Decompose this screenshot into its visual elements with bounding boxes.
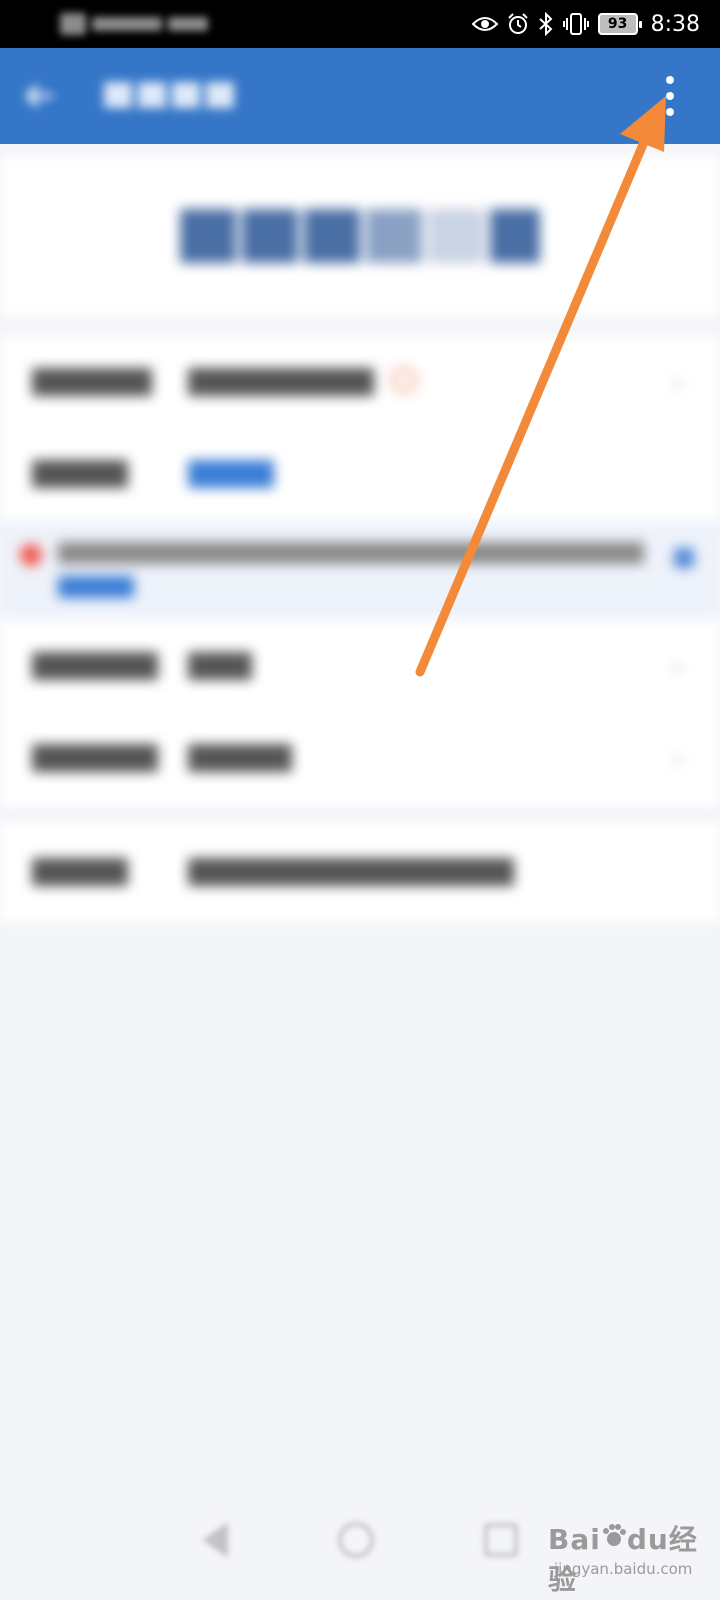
group-id-row xyxy=(0,826,720,918)
nav-back-icon[interactable] xyxy=(202,1522,228,1558)
status-icons: 93 8:38 xyxy=(471,11,700,37)
status-bar: 93 8:38 xyxy=(0,0,720,48)
screen: 93 8:38 › › › Bai du经验 jingyan.baidu.com xyxy=(0,0,720,1600)
info-card-1: › xyxy=(0,336,720,520)
baidu-watermark: Bai du经验 jingyan.baidu.com xyxy=(548,1512,708,1596)
group-type-row[interactable]: › xyxy=(0,620,720,712)
clock: 8:38 xyxy=(650,11,700,37)
watermark-logo: Bai du经验 xyxy=(548,1523,698,1596)
more-options-button[interactable] xyxy=(650,68,690,124)
info-card-2: › › xyxy=(0,620,720,806)
chevron-right-icon: › xyxy=(672,741,684,775)
watermark-url: jingyan.baidu.com xyxy=(554,1560,693,1578)
arrow-left-icon xyxy=(25,84,53,108)
info-card-3 xyxy=(0,822,720,922)
more-vertical-icon xyxy=(666,76,674,84)
page-content: › › › xyxy=(0,144,720,1600)
bluetooth-icon xyxy=(538,12,554,36)
info-icon xyxy=(674,548,694,568)
page-title xyxy=(104,78,234,114)
battery-icon: 93 xyxy=(597,13,642,35)
alarm-icon xyxy=(507,13,529,35)
paw-icon xyxy=(602,1524,626,1546)
nav-recent-icon[interactable] xyxy=(484,1523,518,1557)
group-name-row[interactable]: › xyxy=(0,336,720,428)
chevron-right-icon: › xyxy=(672,365,684,399)
creator-row xyxy=(0,428,720,520)
member-limit-row[interactable]: › xyxy=(0,712,720,804)
carrier-info xyxy=(60,13,208,35)
nav-home-icon[interactable] xyxy=(338,1522,374,1558)
group-name xyxy=(180,209,540,263)
back-button[interactable] xyxy=(18,74,62,118)
app-bar xyxy=(0,48,720,144)
eye-icon xyxy=(471,15,498,33)
chevron-right-icon: › xyxy=(672,649,684,683)
warning-icon xyxy=(20,544,42,566)
vibrate-icon xyxy=(562,12,589,36)
notice-banner xyxy=(0,520,720,620)
group-header xyxy=(0,156,720,316)
